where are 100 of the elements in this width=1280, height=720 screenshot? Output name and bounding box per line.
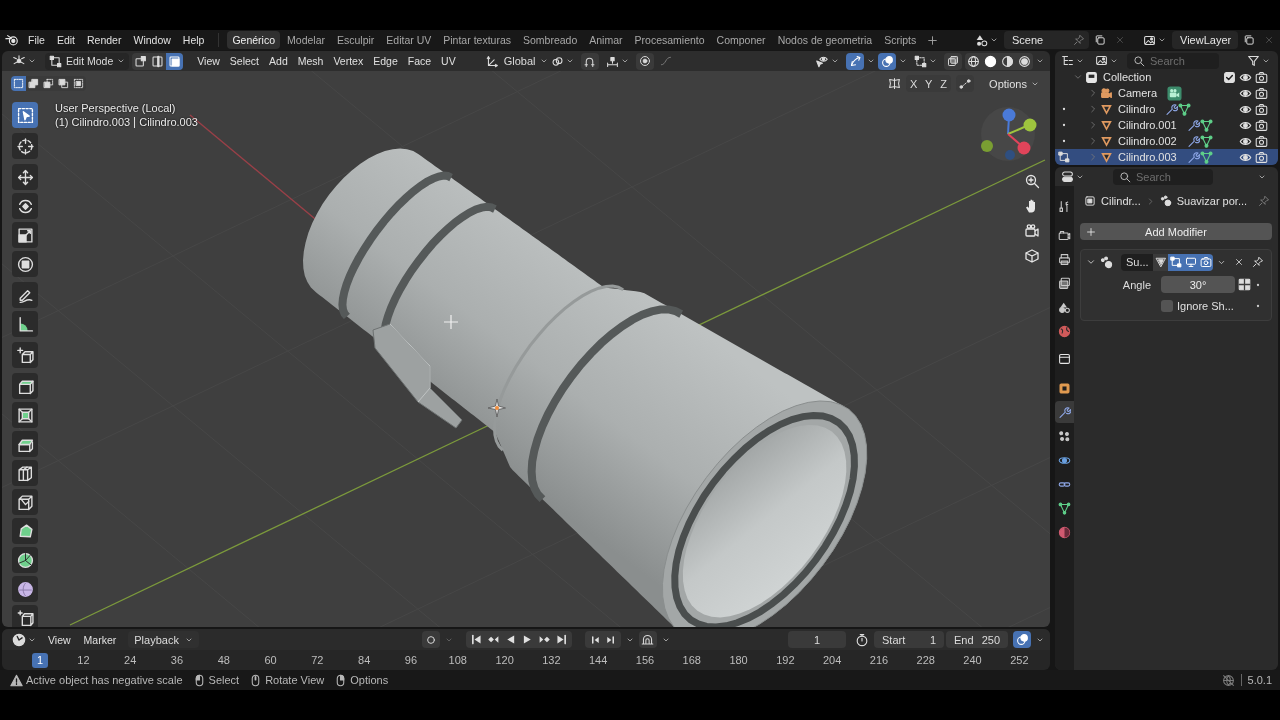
camera-icon[interactable] (1255, 150, 1268, 164)
caret-icon[interactable] (1036, 57, 1044, 65)
camera-icon[interactable] (1255, 70, 1268, 84)
tool-button[interactable] (12, 282, 38, 308)
tool-button[interactable] (12, 431, 38, 457)
mirror-axis-toggle[interactable]: X (906, 75, 922, 92)
edit-toggle-dot-icon[interactable] (1060, 137, 1068, 145)
edit-toggle-dot-icon[interactable] (1060, 121, 1068, 129)
close-icon[interactable] (1234, 257, 1244, 267)
camera-icon[interactable] (1255, 86, 1268, 100)
modifier-toggle[interactable] (1183, 253, 1198, 271)
menu-item[interactable]: View (43, 630, 76, 649)
menu-item[interactable]: View (192, 52, 225, 70)
mesh-data-icon[interactable] (1178, 102, 1192, 116)
snap-toggle[interactable] (580, 52, 599, 70)
tool-button[interactable] (12, 222, 38, 248)
menu-item[interactable]: UV (436, 52, 461, 70)
view-layer-name-field[interactable]: ViewLayer (1172, 31, 1238, 49)
menu-item[interactable]: Select (224, 52, 265, 70)
tool-button[interactable] (12, 576, 38, 602)
mirror-icon[interactable] (888, 77, 902, 90)
stopwatch-icon[interactable] (855, 632, 869, 647)
tool-button[interactable] (12, 402, 38, 428)
workspace-tab[interactable]: Esculpir (332, 31, 380, 49)
proportional-edit-toggle[interactable] (635, 52, 654, 70)
jump-to-start-icon[interactable] (469, 633, 483, 646)
options-dropdown[interactable]: Options (985, 75, 1043, 92)
mirror-axis-toggle[interactable]: Z (936, 75, 952, 92)
keying-set-button[interactable] (1013, 631, 1031, 648)
start-frame-field[interactable]: Start 1 (874, 631, 944, 648)
menu-item[interactable]: Edit (50, 31, 81, 49)
selection-mode-button[interactable] (71, 76, 86, 91)
outliner-item[interactable]: Cilindro.003 (1055, 149, 1278, 165)
modifier-toggle[interactable] (1168, 253, 1183, 271)
mesh-data-icon[interactable] (1199, 118, 1213, 132)
menu-item[interactable]: Edge (368, 52, 403, 70)
wrench-icon[interactable] (1165, 102, 1179, 116)
mesh-data-icon[interactable] (1199, 150, 1213, 164)
caret-icon[interactable] (867, 57, 875, 65)
workspace-tab[interactable]: Editar UV (381, 31, 437, 49)
menu-item[interactable]: Marker (78, 630, 122, 649)
add-modifier-button[interactable]: Add Modifier (1080, 223, 1272, 240)
tool-button[interactable] (12, 460, 38, 486)
mode-dropdown[interactable]: Edit Mode (45, 52, 130, 70)
auto-merge-toggle[interactable] (956, 75, 975, 92)
auto-keying-button[interactable] (638, 631, 657, 648)
selection-mode-button[interactable] (41, 76, 56, 91)
workspace-tab[interactable]: Procesamiento (629, 31, 710, 49)
menu-item[interactable]: Render (81, 31, 128, 49)
x-ray-toggle[interactable] (944, 52, 962, 70)
checkbox-icon[interactable] (1223, 70, 1236, 84)
disclosure-caret-icon[interactable] (1086, 257, 1096, 267)
overlay-toggle[interactable] (878, 52, 896, 70)
tool-button[interactable] (12, 373, 38, 399)
tool-button[interactable] (12, 251, 38, 277)
tool-button[interactable] (12, 193, 38, 219)
workspace-tab[interactable]: Genérico (227, 31, 281, 49)
tool-button[interactable] (12, 342, 38, 368)
tool-button[interactable] (12, 164, 38, 190)
camera-data-icon[interactable] (1167, 85, 1183, 101)
camera-icon[interactable] (1255, 134, 1268, 148)
camera-icon[interactable] (1255, 118, 1268, 132)
workspace-tab[interactable]: Sombreado (518, 31, 583, 49)
orientation-dropdown[interactable]: Global (481, 52, 544, 70)
menu-item[interactable]: Vertex (328, 52, 369, 70)
playback-dropdown[interactable]: Playback (128, 631, 199, 648)
camera-icon[interactable] (1255, 102, 1268, 116)
caret-icon[interactable] (899, 57, 907, 65)
jump-to-end-icon[interactable] (554, 633, 568, 646)
camera-icon[interactable] (1024, 223, 1040, 239)
zoom-icon[interactable] (1024, 173, 1040, 189)
menu-item[interactable]: File (22, 31, 51, 49)
workspace-tab[interactable]: Nodos de geometria (772, 31, 878, 49)
gizmo-toggle[interactable] (846, 52, 864, 70)
tool-button[interactable] (12, 547, 38, 573)
tool-button[interactable] (12, 605, 38, 627)
workspace-tab[interactable]: Animar (584, 31, 628, 49)
selection-mode-button[interactable] (11, 76, 26, 91)
menu-item[interactable]: Window (127, 31, 177, 49)
tool-button[interactable] (12, 102, 38, 128)
workspace-tab[interactable]: Modelar (282, 31, 330, 49)
selection-mode-button[interactable] (26, 76, 41, 91)
selection-mode-button[interactable] (56, 76, 71, 91)
record-button[interactable] (421, 631, 440, 648)
logo-icon[interactable] (5, 33, 19, 47)
wrench-icon[interactable] (1186, 150, 1200, 164)
workspace-tab[interactable]: Scripts (879, 31, 922, 49)
wrench-icon[interactable] (1186, 134, 1200, 148)
pin-icon[interactable] (1252, 256, 1264, 268)
angle-field[interactable]: 30° (1161, 276, 1235, 293)
grid-icon[interactable] (1238, 278, 1251, 291)
tool-button[interactable] (12, 518, 38, 544)
tool-button[interactable] (12, 489, 38, 515)
modifier-toggle[interactable] (1198, 253, 1213, 271)
edit-toggle-dot-icon[interactable] (1060, 105, 1068, 113)
step-forward-icon[interactable] (604, 633, 617, 646)
workspace-tab[interactable]: Pintar texturas (438, 31, 516, 49)
menu-item[interactable]: Add (264, 52, 293, 70)
workspace-tab[interactable]: Componer (711, 31, 771, 49)
menu-item[interactable]: Face (402, 52, 437, 70)
